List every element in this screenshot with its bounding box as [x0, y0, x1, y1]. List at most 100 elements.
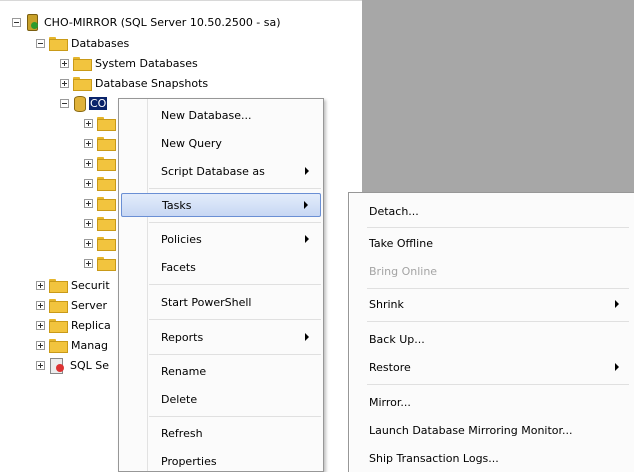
menu-item-script-database-as[interactable]: Script Database as	[121, 159, 321, 183]
folder-icon	[49, 299, 68, 313]
menu-separator	[149, 222, 321, 223]
menu-item-properties[interactable]: Properties	[121, 449, 321, 472]
tree-node-security[interactable]: Securit	[36, 276, 110, 294]
collapse-icon[interactable]	[60, 98, 69, 108]
replication-label: Replica	[71, 318, 111, 332]
expand-icon[interactable]	[36, 280, 45, 290]
folder-icon	[49, 37, 68, 51]
submenu-item-label: Back Up...	[369, 332, 425, 346]
system-databases-label: System Databases	[95, 56, 198, 70]
tree-node-db-child[interactable]	[84, 234, 119, 252]
tree-node-databases[interactable]: Databases	[36, 34, 129, 52]
folder-icon	[97, 257, 116, 271]
tasks-submenu: Detach... Take Offline Bring Online Shri…	[348, 192, 634, 472]
tree-node-selected-database[interactable]: CO	[60, 94, 108, 112]
submenu-item-take-offline[interactable]: Take Offline	[349, 231, 633, 255]
expand-icon[interactable]	[36, 300, 45, 310]
tree-node-db-child[interactable]	[84, 154, 119, 172]
tree-node-db-child[interactable]	[84, 254, 119, 272]
menu-item-label: Refresh	[161, 426, 203, 440]
menu-item-start-powershell[interactable]: Start PowerShell	[121, 290, 321, 314]
sql-server-agent-label: SQL Se	[70, 358, 110, 372]
menu-separator	[367, 384, 629, 385]
expand-icon[interactable]	[36, 320, 45, 330]
expand-icon[interactable]	[60, 78, 69, 88]
expand-icon[interactable]	[84, 118, 93, 128]
collapse-icon[interactable]	[12, 17, 21, 27]
folder-icon	[49, 319, 68, 333]
folder-icon	[97, 157, 116, 171]
menu-item-label: Start PowerShell	[161, 295, 252, 309]
folder-icon	[97, 177, 116, 191]
menu-item-label: New Database...	[161, 108, 252, 122]
sql-agent-icon	[49, 357, 65, 374]
menu-item-new-query[interactable]: New Query	[121, 131, 321, 155]
submenu-item-back-up[interactable]: Back Up...	[349, 327, 633, 351]
menu-item-label: Delete	[161, 392, 198, 406]
submenu-item-label: Take Offline	[369, 236, 433, 250]
expand-icon[interactable]	[36, 360, 45, 370]
tree-node-system-databases[interactable]: System Databases	[60, 54, 198, 72]
folder-icon	[49, 279, 68, 293]
submenu-item-restore[interactable]: Restore	[349, 355, 633, 379]
document-area	[362, 0, 634, 192]
tree-node-sql-server-agent[interactable]: SQL Se	[36, 356, 109, 374]
databases-label: Databases	[71, 36, 130, 50]
menu-separator	[367, 321, 629, 322]
tree-node-db-child[interactable]	[84, 114, 119, 132]
menu-item-delete[interactable]: Delete	[121, 387, 321, 411]
menu-item-tasks[interactable]: Tasks	[121, 193, 321, 217]
collapse-icon[interactable]	[36, 38, 45, 48]
expand-icon[interactable]	[84, 198, 93, 208]
menu-separator	[149, 188, 321, 189]
menu-separator	[367, 288, 629, 289]
menu-item-new-database[interactable]: New Database...	[121, 103, 321, 127]
folder-icon	[97, 217, 116, 231]
expand-icon[interactable]	[84, 218, 93, 228]
folder-icon	[97, 197, 116, 211]
expand-icon[interactable]	[60, 58, 69, 68]
expand-icon[interactable]	[84, 158, 93, 168]
folder-icon	[73, 77, 92, 91]
menu-item-rename[interactable]: Rename	[121, 359, 321, 383]
expand-icon[interactable]	[84, 138, 93, 148]
expand-icon[interactable]	[84, 178, 93, 188]
expand-icon[interactable]	[84, 258, 93, 268]
menu-item-facets[interactable]: Facets	[121, 255, 321, 279]
menu-separator	[149, 354, 321, 355]
submenu-item-ship-transaction-logs[interactable]: Ship Transaction Logs...	[349, 446, 633, 470]
tree-node-server-objects[interactable]: Server	[36, 296, 107, 314]
submenu-item-label: Ship Transaction Logs...	[369, 451, 499, 465]
expand-icon[interactable]	[84, 238, 93, 248]
menu-separator	[367, 227, 629, 228]
submenu-item-label: Restore	[369, 360, 411, 374]
tree-node-db-child[interactable]	[84, 174, 119, 192]
menu-item-refresh[interactable]: Refresh	[121, 421, 321, 445]
database-icon	[73, 95, 86, 112]
submenu-item-shrink[interactable]: Shrink	[349, 292, 633, 316]
submenu-item-label: Detach...	[369, 204, 419, 218]
tree-top-border	[0, 0, 362, 1]
tree-node-database-snapshots[interactable]: Database Snapshots	[60, 74, 208, 92]
menu-separator	[149, 284, 321, 285]
menu-item-policies[interactable]: Policies	[121, 227, 321, 251]
submenu-arrow-icon	[304, 201, 308, 209]
server-label: CHO-MIRROR (SQL Server 10.50.2500 - sa)	[44, 15, 281, 29]
folder-icon	[97, 137, 116, 151]
menu-item-reports[interactable]: Reports	[121, 325, 321, 349]
submenu-item-detach[interactable]: Detach...	[349, 199, 633, 223]
tree-node-db-child[interactable]	[84, 214, 119, 232]
expand-icon[interactable]	[36, 340, 45, 350]
tree-node-server[interactable]: CHO-MIRROR (SQL Server 10.50.2500 - sa)	[12, 13, 281, 31]
submenu-item-launch-mirroring-monitor[interactable]: Launch Database Mirroring Monitor...	[349, 418, 633, 442]
tree-node-replication[interactable]: Replica	[36, 316, 111, 334]
server-objects-label: Server	[71, 298, 108, 312]
menu-item-label: Tasks	[162, 198, 192, 212]
tree-node-management[interactable]: Manag	[36, 336, 108, 354]
menu-separator	[149, 319, 321, 320]
tree-node-db-child[interactable]	[84, 194, 119, 212]
submenu-item-label: Bring Online	[369, 264, 438, 278]
management-label: Manag	[71, 338, 108, 352]
submenu-item-mirror[interactable]: Mirror...	[349, 390, 633, 414]
tree-node-db-child[interactable]	[84, 134, 119, 152]
